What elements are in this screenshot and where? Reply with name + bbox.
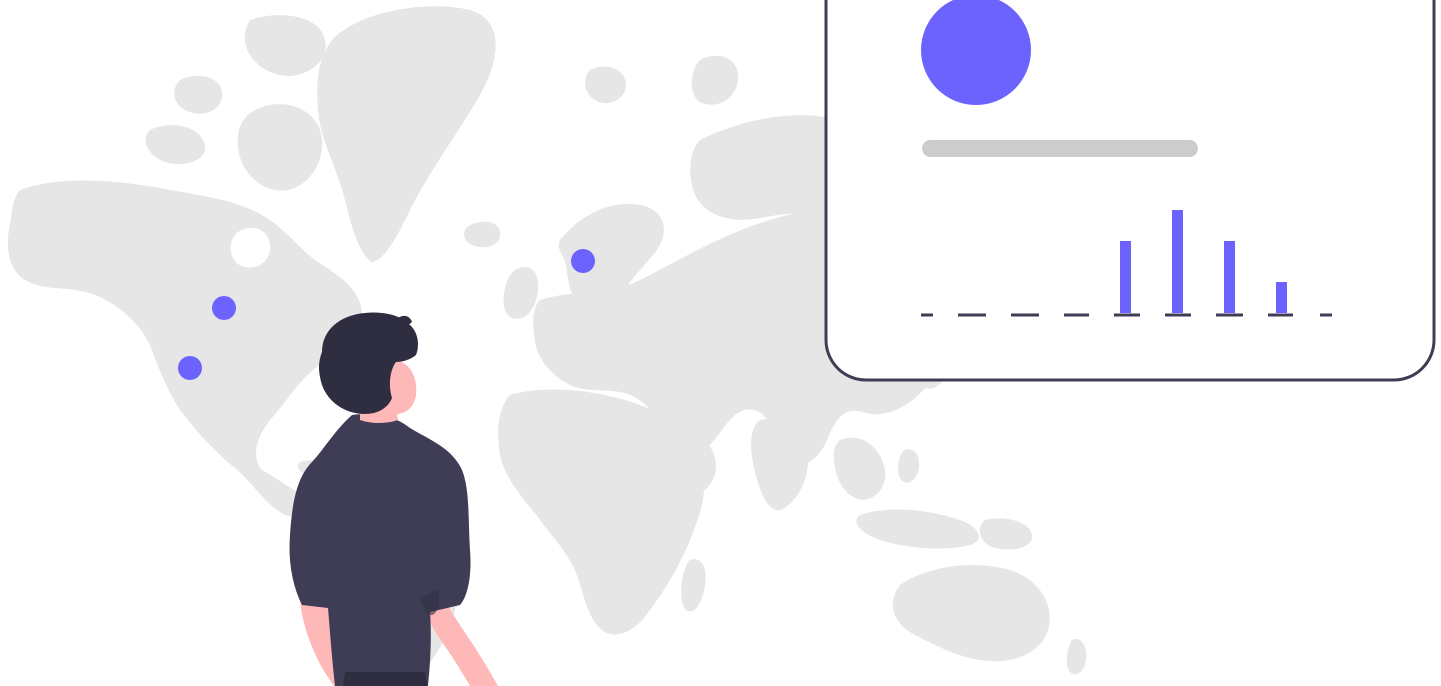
- arctic-island-small: [174, 75, 223, 114]
- iceland: [464, 221, 501, 248]
- placeholder-text-bar: [922, 140, 1198, 157]
- arctic-islands: [244, 15, 326, 76]
- chart-bar: [1224, 241, 1235, 313]
- location-marker-icon: [212, 296, 236, 320]
- british-isles: [503, 266, 539, 319]
- australia: [892, 565, 1050, 662]
- chart-bar: [1172, 210, 1183, 313]
- greenland-landmass: [317, 6, 496, 262]
- new-zealand: [1066, 639, 1087, 675]
- hudson-bay: [230, 228, 271, 268]
- new-guinea: [979, 518, 1033, 550]
- chart-bar: [1276, 282, 1287, 313]
- novaya-zemlya: [691, 55, 739, 105]
- world-map-illustration: [7, 0, 1436, 686]
- chart-bar: [1120, 241, 1131, 313]
- svalbard: [585, 66, 626, 104]
- location-marker-icon: [178, 356, 202, 380]
- avatar-circle-icon: [921, 0, 1031, 105]
- baffin-island: [237, 104, 323, 191]
- location-marker-icon: [571, 249, 595, 273]
- arctic-island-west: [145, 125, 206, 165]
- philippines: [897, 449, 920, 483]
- madagascar: [681, 559, 706, 612]
- person-pants: [343, 672, 427, 686]
- card-frame: [824, 0, 1436, 382]
- southeast-asia: [833, 437, 886, 500]
- analytics-card: [824, 0, 1436, 382]
- indonesia-islands: [856, 509, 979, 549]
- person-figure: [289, 312, 498, 686]
- person-hair-tuft: [398, 315, 412, 325]
